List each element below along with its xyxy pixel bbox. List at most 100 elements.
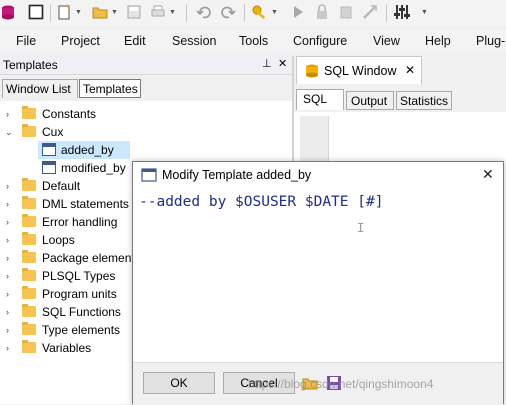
tab-templates[interactable]: Templates — [79, 79, 141, 98]
tree-item-label: added_by — [61, 143, 114, 157]
folder-icon — [22, 178, 36, 191]
dialog-title: Modify Template added_by — [162, 168, 312, 182]
rollback-icon[interactable] — [362, 4, 378, 20]
chevron-right-icon[interactable]: › — [6, 285, 16, 303]
save-icon[interactable] — [126, 4, 142, 20]
tree-item-label: Program units — [42, 287, 117, 301]
chevron-right-icon[interactable]: › — [6, 267, 16, 285]
settings-icon[interactable] — [394, 4, 410, 20]
tree-item-added-by[interactable]: added_by — [0, 141, 292, 159]
tree-item-label: PLSQL Types — [42, 269, 116, 283]
tree-item-label: Loops — [42, 233, 75, 247]
chevron-down-icon[interactable]: ▼ — [75, 9, 82, 16]
chevron-down-icon[interactable]: ▼ — [111, 9, 118, 16]
chevron-right-icon[interactable]: › — [6, 249, 16, 267]
menu-bar: File Project Edit Session Tools Configur… — [0, 30, 506, 52]
folder-icon — [22, 232, 36, 245]
separator — [50, 4, 51, 22]
chevron-right-icon[interactable]: › — [6, 177, 16, 195]
folder-icon — [22, 250, 36, 263]
template-doc-icon — [42, 161, 56, 174]
ok-button[interactable]: OK — [143, 372, 215, 394]
menu-tools[interactable]: Tools — [239, 34, 268, 48]
folder-icon — [22, 196, 36, 209]
tab-label: SQL Window — [324, 64, 397, 78]
chevron-right-icon[interactable]: › — [6, 195, 16, 213]
tree-item-constants[interactable]: › Constants — [0, 105, 292, 123]
tab-label: Window List — [6, 82, 71, 96]
chevron-down-icon[interactable]: ▼ — [421, 9, 428, 16]
templates-panel-header: Templates ⊥ ✕ — [0, 56, 292, 75]
key-icon[interactable] — [252, 4, 268, 20]
folder-icon — [22, 304, 36, 317]
undo-icon[interactable] — [196, 4, 212, 20]
sql-subtab-bar: SQL Output Statistics — [294, 88, 506, 110]
window-icon — [141, 168, 157, 185]
dialog-footer: OK Cancel https://blog.csdn.net/qingshim… — [133, 362, 503, 405]
menu-view[interactable]: View — [373, 34, 400, 48]
lock-icon[interactable] — [314, 4, 330, 20]
chevron-down-icon[interactable]: ▼ — [169, 9, 176, 16]
stop-icon[interactable] — [28, 4, 44, 20]
separator — [186, 4, 187, 22]
run-icon[interactable] — [290, 4, 306, 20]
menu-configure[interactable]: Configure — [293, 34, 347, 48]
tab-label: Output — [351, 94, 388, 108]
document-tab-bar: SQL Window ✕ — [294, 56, 506, 84]
tab-window-list[interactable]: Window List — [2, 79, 78, 98]
template-content-text: --added by $OSUSER $DATE [#] — [139, 194, 384, 210]
modify-template-dialog: Modify Template added_by ✕ --added by $O… — [132, 161, 504, 405]
chevron-right-icon[interactable]: › — [6, 303, 16, 321]
tree-item-label: Variables — [42, 341, 92, 355]
chevron-right-icon[interactable]: › — [6, 231, 16, 249]
tree-item-label: Constants — [42, 107, 97, 121]
tree-item-label: Error handling — [42, 215, 118, 229]
chevron-right-icon[interactable]: › — [6, 339, 16, 357]
chevron-down-icon[interactable]: ▼ — [271, 9, 278, 16]
folder-icon — [22, 124, 36, 137]
folder-icon — [22, 214, 36, 227]
chevron-right-icon[interactable]: › — [6, 213, 16, 231]
tab-sql-window[interactable]: SQL Window ✕ — [296, 56, 422, 84]
tab-label: Statistics — [400, 94, 449, 108]
close-icon[interactable]: ✕ — [405, 63, 415, 77]
new-icon[interactable] — [56, 4, 72, 20]
close-icon[interactable]: ✕ — [482, 166, 494, 183]
tree-item-label: Cux — [42, 125, 64, 139]
tree-item-cux[interactable]: ⌄ Cux — [0, 123, 292, 141]
tab-output[interactable]: Output — [346, 91, 394, 110]
menu-session[interactable]: Session — [172, 34, 216, 48]
close-icon[interactable]: ✕ — [278, 57, 287, 70]
menu-edit[interactable]: Edit — [124, 34, 146, 48]
dialog-titlebar[interactable]: Modify Template added_by ✕ — [133, 162, 503, 188]
text-cursor-icon: I — [357, 221, 365, 235]
template-content-editor[interactable]: --added by $OSUSER $DATE [#] I — [135, 189, 501, 361]
folder-icon — [22, 106, 36, 119]
menu-help[interactable]: Help — [425, 34, 451, 48]
panel-title: Templates — [3, 58, 58, 72]
pin-icon[interactable]: ⊥ — [262, 57, 272, 70]
separator — [244, 4, 245, 22]
chevron-right-icon[interactable]: › — [6, 321, 16, 339]
print-icon[interactable] — [150, 4, 166, 20]
template-doc-icon — [42, 143, 56, 156]
tree-item-label: Type elements — [42, 323, 121, 337]
tab-label: SQL — [303, 92, 328, 106]
menu-project[interactable]: Project — [61, 34, 100, 48]
db-icon[interactable] — [0, 4, 16, 20]
tab-sql[interactable]: SQL — [296, 89, 344, 110]
tree-item-label: DML statements — [42, 197, 129, 211]
tree-item-label: SQL Functions — [42, 305, 121, 319]
tree-item-label: Package element — [42, 251, 135, 265]
tab-statistics[interactable]: Statistics — [396, 91, 452, 110]
redo-icon[interactable] — [220, 4, 236, 20]
chevron-right-icon[interactable]: › — [6, 105, 16, 123]
chevron-down-icon[interactable]: ⌄ — [5, 123, 15, 141]
separator — [386, 4, 387, 22]
open-icon[interactable] — [92, 4, 108, 20]
menu-plugins[interactable]: Plug- — [476, 34, 505, 48]
left-tab-bar: Window List Templates — [0, 76, 292, 100]
menu-file[interactable]: File — [16, 34, 36, 48]
folder-icon — [22, 340, 36, 353]
commit-icon[interactable] — [338, 4, 354, 20]
